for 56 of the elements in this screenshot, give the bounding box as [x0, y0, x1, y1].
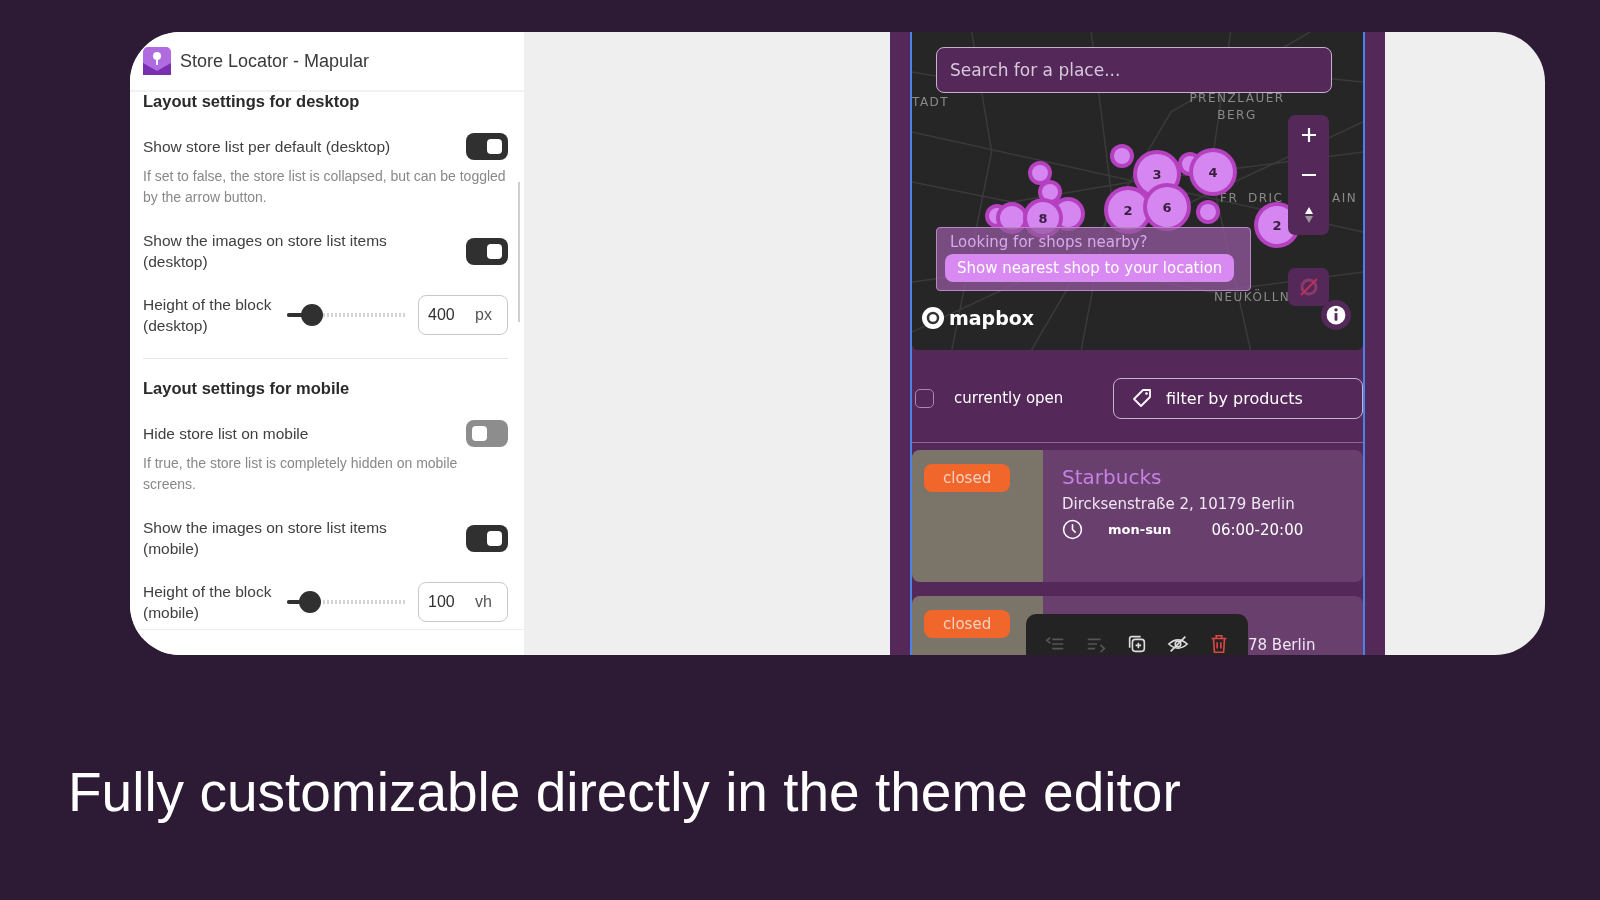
store-card[interactable]: closed Starbucks Dircksenstraße 2, 10179 Berlin mon-sun 06:00-20:00 [912, 450, 1363, 582]
setting-label: Height of the block (desktop) [143, 295, 273, 336]
map-place-label: NEUKÖLLN [1214, 289, 1291, 306]
map-place-label: DRIC [1248, 190, 1284, 207]
map-place-label: TADT [912, 94, 950, 111]
toggle-switch[interactable] [466, 420, 508, 447]
help-text: If true, the store list is completely hidden on mobile screens. [143, 454, 459, 494]
store-name: Starbucks [1062, 465, 1163, 489]
status-badge: closed [924, 610, 1011, 638]
hidden-eye-icon[interactable] [1167, 633, 1190, 655]
store-card[interactable]: closed 78 Berlin [912, 596, 1363, 655]
map-place-label: PRENZLAUER BERG [1188, 90, 1286, 124]
nearby-prompt-text: Looking for shops nearby? [950, 233, 1148, 251]
map-marker[interactable] [1042, 184, 1058, 200]
map-cluster-marker[interactable]: 2 [1108, 190, 1148, 230]
search-field[interactable]: Search for a place... [936, 47, 1332, 93]
map-place-label: FR [1220, 190, 1239, 207]
opening-days: mon-sun [1108, 522, 1172, 537]
filter-products-button[interactable]: filter by products [1113, 377, 1363, 419]
map-marker[interactable] [1200, 204, 1216, 220]
toggle-switch[interactable] [466, 133, 508, 160]
caption: Fully customizable directly in the theme editor [68, 760, 1182, 824]
toggle-switch[interactable] [466, 524, 508, 552]
app-logo-icon [143, 47, 171, 75]
number-input[interactable]: 100 vh [418, 582, 508, 622]
setting-label: Height of the block (mobile) [143, 582, 273, 623]
map-cluster-marker[interactable]: 4 [1193, 152, 1233, 192]
slider-thumb[interactable] [299, 591, 322, 613]
help-text: If set to false, the store list is collapsed, but can be toggled by the arrow button. [143, 167, 507, 207]
checkbox[interactable] [915, 388, 934, 408]
setting-label: Show store list per default (desktop) [143, 137, 391, 157]
status-badge: closed [924, 464, 1011, 492]
map-attribution: mapbox [949, 307, 1035, 329]
mapbox-logo-icon [921, 306, 945, 330]
setting-label: Hide store list on mobile [143, 424, 309, 444]
map-cluster-marker[interactable]: 6 [1147, 187, 1187, 227]
section-heading: Layout settings for desktop [143, 92, 361, 111]
number-input[interactable]: 400 px [418, 295, 508, 335]
slider-thumb[interactable] [301, 304, 324, 326]
map-place-label: AIN [1332, 190, 1358, 207]
map-marker[interactable] [1000, 206, 1024, 230]
opening-hours: 06:00-20:00 [1211, 520, 1304, 539]
setting-label: Show the images on store list items (mobile) [143, 518, 388, 559]
tag-icon [1132, 388, 1152, 408]
store-address: 78 Berlin [1248, 636, 1316, 654]
setting-label: Show the images on store list items (desktop) [143, 231, 388, 272]
toggle-switch[interactable] [466, 237, 508, 265]
info-icon[interactable] [1321, 300, 1351, 330]
checkbox-label: currently open [954, 389, 1064, 407]
map-marker[interactable] [1032, 165, 1048, 181]
app-title: Store Locator - Mapular [180, 50, 370, 72]
map-marker[interactable] [1114, 148, 1130, 164]
scrollbar[interactable] [518, 182, 520, 322]
section-heading: Layout settings for mobile [143, 379, 351, 398]
clock-icon [1062, 519, 1083, 540]
store-address: Dircksenstraße 2, 10179 Berlin [1062, 495, 1296, 513]
